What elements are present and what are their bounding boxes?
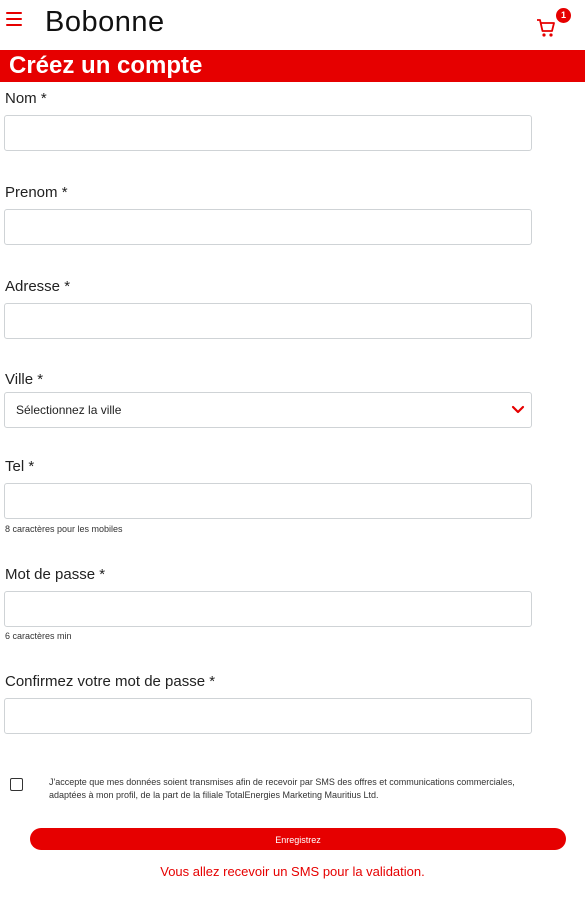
sms-validation-note: Vous allez recevoir un SMS pour la valid… (160, 864, 425, 879)
page-title: Créez un compte (9, 52, 203, 79)
consent-checkbox[interactable] (10, 778, 23, 791)
confirm-password-input[interactable] (4, 698, 532, 734)
nom-input[interactable] (4, 115, 532, 151)
app-bar: Bobonne 1 (0, 0, 585, 48)
page-heading-banner: Créez un compte (0, 50, 585, 82)
chevron-down-icon (511, 405, 525, 414)
password-label: Mot de passe * (5, 566, 106, 583)
password-input[interactable] (4, 591, 532, 627)
app-title: Bobonne (45, 6, 165, 38)
register-button[interactable]: Enregistrez (30, 828, 566, 850)
cart-count-badge: 1 (556, 8, 571, 23)
prenom-label: Prenom * (5, 184, 68, 201)
password-hint: 6 caractères min (5, 631, 72, 641)
consent-text: J'accepte que mes données soient transmi… (49, 777, 515, 800)
ville-label: Ville * (5, 371, 44, 388)
confirm-password-label: Confirmez votre mot de passe * (5, 673, 216, 690)
tel-hint: 8 caractères pour les mobiles (5, 524, 123, 534)
nom-label: Nom * (5, 90, 47, 107)
ville-select[interactable]: Sélectionnez la ville (4, 392, 532, 428)
tel-input[interactable] (4, 483, 532, 519)
ville-selected-value: Sélectionnez la ville (16, 403, 122, 417)
prenom-input[interactable] (4, 209, 532, 245)
hamburger-menu-icon[interactable] (6, 12, 22, 28)
tel-label: Tel * (5, 458, 35, 475)
adresse-input[interactable] (4, 303, 532, 339)
adresse-label: Adresse * (5, 278, 71, 295)
cart-icon[interactable] (536, 18, 556, 38)
